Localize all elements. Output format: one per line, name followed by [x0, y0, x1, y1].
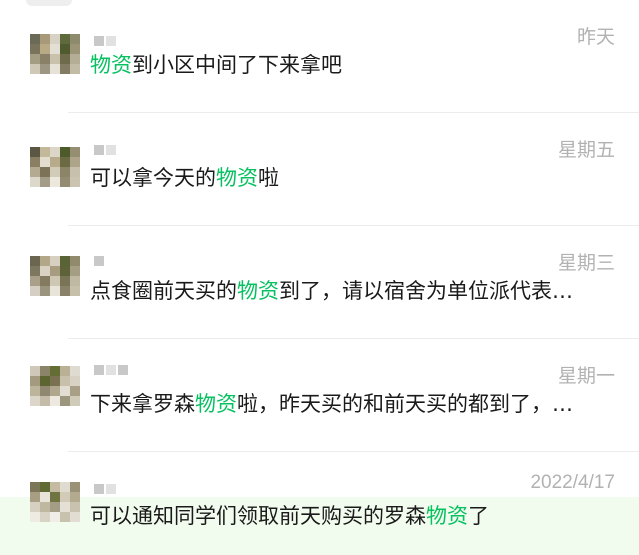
list-item[interactable]: 星期五 可以拿今天的物资啦: [0, 113, 639, 226]
avatar[interactable]: [30, 366, 80, 406]
avatar[interactable]: [30, 34, 80, 74]
timestamp: 星期五: [557, 140, 615, 161]
timestamp: 星期一: [557, 366, 615, 387]
list-item[interactable]: 星期三 点食圈前天买的物资到了，请以宿舍为单位派代表…: [0, 226, 639, 339]
sender-name-redacted: [94, 365, 128, 375]
keyword-highlight: 物资: [195, 392, 237, 416]
timestamp: 星期三: [557, 253, 615, 274]
sender-name-redacted: [94, 484, 116, 494]
list-item[interactable]: 2022/4/17 可以通知同学们领取前天购买的罗森物资了: [0, 452, 639, 555]
list-item[interactable]: 昨天 物资到小区中间了下来拿吧: [0, 0, 639, 113]
message-preview: 可以拿今天的物资啦: [90, 166, 279, 190]
message-preview: 点食圈前天买的物资到了，请以宿舍为单位派代表…: [90, 279, 573, 303]
sender-name-redacted: [94, 256, 104, 266]
timestamp: 昨天: [576, 27, 615, 48]
avatar[interactable]: [30, 482, 80, 522]
sender-name-redacted: [94, 145, 116, 155]
keyword-highlight: 物资: [216, 166, 258, 190]
message-preview: 下来拿罗森物资啦，昨天买的和前天买的都到了，…: [90, 392, 573, 416]
keyword-highlight: 物资: [90, 53, 132, 77]
message-preview: 可以通知同学们领取前天购买的罗森物资了: [90, 504, 489, 528]
chat-search-results: 昨天 物资到小区中间了下来拿吧 星期五 可以拿今天的物资啦 星期三 点食圈前天买…: [0, 0, 639, 555]
keyword-highlight: 物资: [237, 279, 279, 303]
sender-name-redacted: [94, 36, 116, 46]
keyword-highlight: 物资: [426, 504, 468, 528]
list-item[interactable]: 星期一 下来拿罗森物资啦，昨天买的和前天买的都到了，…: [0, 339, 639, 452]
timestamp: 2022/4/17: [530, 472, 615, 493]
avatar[interactable]: [30, 147, 80, 187]
message-preview: 物资到小区中间了下来拿吧: [90, 53, 342, 77]
avatar[interactable]: [30, 256, 80, 296]
